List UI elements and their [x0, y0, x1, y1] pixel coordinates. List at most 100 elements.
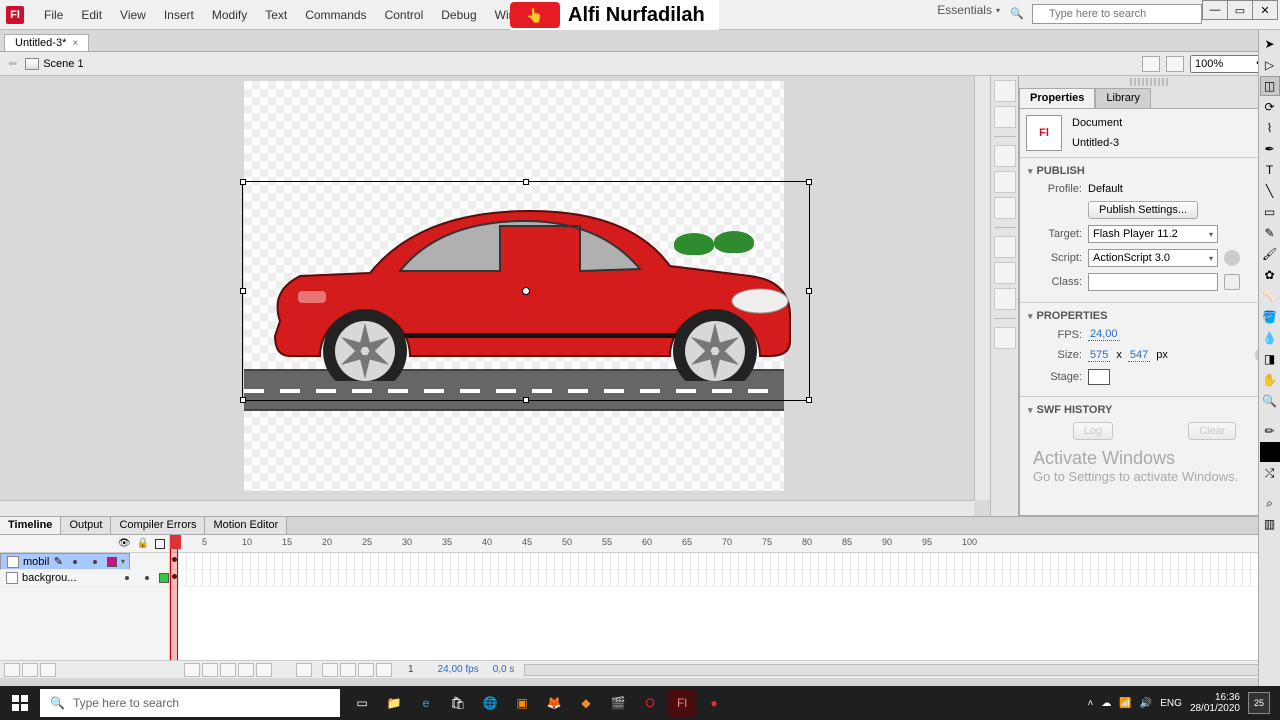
- swap-colors[interactable]: ⤭: [1260, 463, 1280, 483]
- playhead[interactable]: [170, 535, 178, 678]
- tray-chevron-icon[interactable]: ˄: [1088, 698, 1094, 709]
- motion-presets-icon[interactable]: [994, 288, 1016, 310]
- eyedropper-tool[interactable]: 💧: [1260, 328, 1280, 348]
- help-search[interactable]: [1032, 4, 1202, 24]
- registration-point[interactable]: [522, 287, 530, 295]
- properties-tab[interactable]: Properties: [1019, 88, 1095, 108]
- clock[interactable]: 16:3628/01/2020: [1190, 692, 1240, 714]
- onion-skin-button[interactable]: [322, 663, 338, 677]
- edit-multi-button[interactable]: [358, 663, 374, 677]
- document-tab[interactable]: Untitled-3*×: [4, 34, 89, 51]
- menu-modify[interactable]: Modify: [204, 4, 255, 26]
- transform-panel-icon[interactable]: [994, 197, 1016, 219]
- menu-control[interactable]: Control: [377, 4, 432, 26]
- properties-section[interactable]: PROPERTIES: [1028, 307, 1271, 325]
- motion-editor-tab[interactable]: Motion Editor: [205, 517, 287, 534]
- blender-icon[interactable]: ◆: [572, 689, 600, 717]
- scene-name[interactable]: Scene 1: [43, 58, 83, 70]
- option-b[interactable]: ▥: [1260, 514, 1280, 534]
- height-value[interactable]: 547: [1128, 349, 1150, 362]
- edit-scene-icon[interactable]: [1142, 56, 1160, 72]
- menu-insert[interactable]: Insert: [156, 4, 202, 26]
- volume-icon[interactable]: 🔊: [1140, 698, 1152, 709]
- timeline-tab[interactable]: Timeline: [0, 517, 61, 534]
- selection-tool[interactable]: ➤: [1260, 34, 1280, 54]
- text-tool[interactable]: T: [1260, 160, 1280, 180]
- loop-button[interactable]: [296, 663, 312, 677]
- color-panel-icon[interactable]: [994, 80, 1016, 102]
- compiler-errors-tab[interactable]: Compiler Errors: [111, 517, 205, 534]
- wifi-icon[interactable]: 📶: [1119, 698, 1131, 709]
- xampp-icon[interactable]: ▣: [508, 689, 536, 717]
- fill-color[interactable]: [1260, 442, 1280, 462]
- language-indicator[interactable]: ENG: [1160, 698, 1182, 709]
- layer-mobil[interactable]: mobil ✎: [0, 553, 130, 570]
- task-view-icon[interactable]: ▭: [348, 689, 376, 717]
- width-value[interactable]: 575: [1088, 349, 1110, 362]
- paint-bucket-tool[interactable]: 🪣: [1260, 307, 1280, 327]
- edit-class-icon[interactable]: [1224, 274, 1240, 290]
- back-icon[interactable]: ⬅: [8, 57, 17, 70]
- rectangle-tool[interactable]: ▭: [1260, 202, 1280, 222]
- new-folder-button[interactable]: [22, 663, 38, 677]
- fps-display[interactable]: 24,00 fps: [438, 664, 479, 675]
- new-layer-button[interactable]: [4, 663, 20, 677]
- bone-tool[interactable]: 🦴: [1260, 286, 1280, 306]
- subselection-tool[interactable]: ▷: [1260, 55, 1280, 75]
- log-button[interactable]: Log: [1073, 422, 1113, 440]
- step-forward-button[interactable]: [238, 663, 254, 677]
- script-settings-icon[interactable]: [1224, 250, 1240, 266]
- close-tab-icon[interactable]: ×: [72, 38, 78, 49]
- frame-ruler[interactable]: 1510152025303540455055606570758085909510…: [170, 535, 1280, 553]
- frame-row[interactable]: [170, 570, 1280, 587]
- deco-tool[interactable]: ✿: [1260, 265, 1280, 285]
- onion-outline-button[interactable]: [340, 663, 356, 677]
- 3d-rotation-tool[interactable]: ⟳: [1260, 97, 1280, 117]
- opera-icon[interactable]: O: [636, 689, 664, 717]
- menu-file[interactable]: File: [36, 4, 71, 26]
- horizontal-scrollbar[interactable]: [0, 500, 974, 516]
- recorder-icon[interactable]: ●: [700, 689, 728, 717]
- workspace-switcher[interactable]: Essentials▾: [937, 3, 1000, 17]
- edit-symbol-icon[interactable]: [1166, 56, 1184, 72]
- play-button[interactable]: [220, 663, 236, 677]
- firefox-icon[interactable]: 🦊: [540, 689, 568, 717]
- menu-view[interactable]: View: [112, 4, 154, 26]
- frames-area[interactable]: 1510152025303540455055606570758085909510…: [170, 535, 1280, 678]
- edge-icon[interactable]: e: [412, 689, 440, 717]
- pencil-tool[interactable]: ✎: [1260, 223, 1280, 243]
- publish-settings-button[interactable]: Publish Settings...: [1088, 201, 1198, 219]
- selection-bbox[interactable]: [242, 181, 810, 401]
- project-panel-icon[interactable]: [994, 327, 1016, 349]
- maximize-button[interactable]: ▭: [1227, 0, 1253, 20]
- notification-center[interactable]: 25: [1248, 692, 1270, 714]
- video-editor-icon[interactable]: 🎬: [604, 689, 632, 717]
- swf-history-section[interactable]: SWF HISTORY: [1028, 401, 1271, 419]
- stage-area[interactable]: [0, 76, 990, 516]
- close-button[interactable]: ✕: [1252, 0, 1278, 20]
- frame-row[interactable]: [170, 553, 1280, 570]
- lasso-tool[interactable]: ⌇: [1260, 118, 1280, 138]
- target-select[interactable]: Flash Player 11.2: [1088, 225, 1218, 243]
- flash-app-icon[interactable]: Fl: [668, 689, 696, 717]
- line-tool[interactable]: ╲: [1260, 181, 1280, 201]
- library-tab[interactable]: Library: [1095, 88, 1151, 108]
- store-icon[interactable]: 🛍: [444, 689, 472, 717]
- snap-option[interactable]: ⌕: [1260, 493, 1280, 513]
- fps-value[interactable]: 24,00: [1088, 328, 1120, 341]
- free-transform-tool[interactable]: ◫: [1260, 76, 1280, 96]
- menu-text[interactable]: Text: [257, 4, 295, 26]
- swatches-panel-icon[interactable]: [994, 106, 1016, 128]
- output-tab[interactable]: Output: [61, 517, 111, 534]
- file-explorer-icon[interactable]: 📁: [380, 689, 408, 717]
- chrome-icon[interactable]: 🌐: [476, 689, 504, 717]
- code-snippets-icon[interactable]: [994, 236, 1016, 258]
- menu-debug[interactable]: Debug: [433, 4, 484, 26]
- frame-scrollbar[interactable]: [524, 664, 1280, 676]
- menu-edit[interactable]: Edit: [73, 4, 110, 26]
- goto-last-button[interactable]: [256, 663, 272, 677]
- layer-background[interactable]: backgrou...: [0, 570, 169, 587]
- start-button[interactable]: [0, 695, 40, 711]
- menu-commands[interactable]: Commands: [297, 4, 374, 26]
- components-panel-icon[interactable]: [994, 262, 1016, 284]
